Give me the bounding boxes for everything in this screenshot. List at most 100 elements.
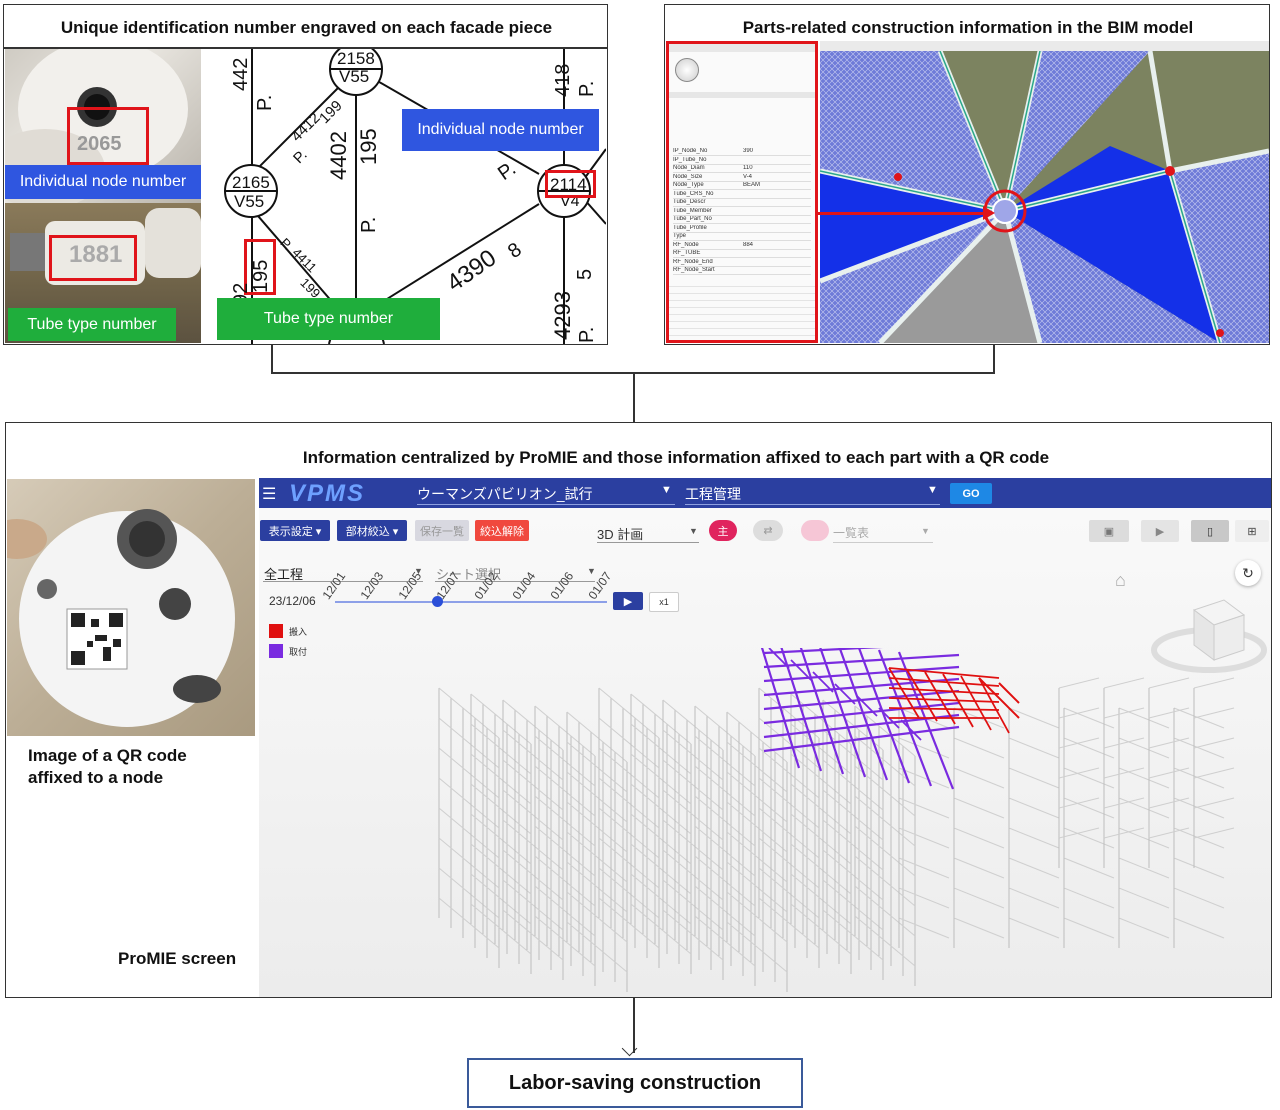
promie-panel: Information centralized by ProMIE and th… [5, 422, 1272, 998]
bim-property-key: IP_Node_No [673, 148, 708, 154]
play-icon[interactable]: ▶ [1141, 520, 1179, 542]
bim-property-row: Tube_Part_No [673, 216, 811, 224]
view-chevron-icon[interactable]: ▼ [689, 526, 698, 536]
node-engraving-highlight [67, 107, 149, 165]
project-select[interactable]: ウーマンズパビリオン_試行 [417, 484, 593, 504]
display-settings-button[interactable]: 表示設定 ▾ [260, 520, 330, 541]
drawing-node-top-sub: V55 [339, 67, 370, 86]
bim-link-arrow [817, 212, 987, 215]
bim-property-key: Tube_CRS_No [673, 190, 714, 197]
current-date: 23/12/06 [269, 594, 316, 608]
bim-panel: Parts-related construction information i… [664, 4, 1270, 345]
promie-screen-label: ProMIE screen [118, 949, 237, 968]
timeline-date-label: 01/06 [547, 569, 577, 602]
sheet-chevron-icon[interactable]: ▼ [587, 566, 596, 576]
menu-icon[interactable]: ☰ [262, 484, 276, 504]
qr-caption-line1: Image of a QR code [28, 746, 187, 765]
refresh-icon[interactable]: ↻ [1235, 560, 1261, 586]
bim-property-value: 390 [743, 148, 754, 154]
bim-property-key: Type [673, 233, 687, 239]
list-select[interactable]: 一覧表 [833, 524, 869, 541]
bim-property-row: Tube_Descr [673, 199, 811, 207]
drawing-tube-far-right-bottom: 4293 [550, 291, 575, 340]
bim-property-key: RF_Node_Start [673, 267, 715, 273]
go-button[interactable]: GO [950, 483, 992, 504]
bim-property-value: V-4 [743, 173, 753, 180]
vpms-logo: VPMS [289, 480, 366, 507]
photo-node-tag: Individual node number [5, 165, 201, 199]
speed-select[interactable]: x1 [649, 592, 679, 612]
drawing-node-top: 2158 [337, 49, 375, 68]
bim-property-value: 110 [743, 165, 753, 171]
drawing-node-highlight [545, 170, 596, 198]
drawing-tube-far-left-b: P. [254, 94, 276, 111]
engraving-panel-title: Unique identification number engraved on… [60, 18, 553, 37]
drawing-node-left: 2165 [232, 173, 270, 192]
timeline-date-label: 01/04 [509, 569, 539, 602]
bim-property-key: RF_Node_End [673, 258, 713, 265]
member-filter-button[interactable]: 部材絞込 ▾ [337, 520, 407, 541]
timeline-track[interactable] [335, 601, 607, 603]
home-icon[interactable]: ⌂ [1115, 570, 1126, 591]
calendar-icon[interactable]: ▣ [1089, 520, 1129, 542]
bim-panel-title: Parts-related construction information i… [742, 18, 1194, 37]
photo-tube-tag: Tube type number [8, 308, 176, 341]
drawing-tube-far-right-top: 418 [552, 63, 574, 97]
bim-property-row: RF_Node_Start [673, 267, 811, 275]
scaffold-3d-view[interactable] [259, 648, 1271, 997]
engraving-panel: Unique identification number engraved on… [3, 4, 608, 345]
drawing-tube-far-right-top-b: P. [576, 80, 598, 97]
single-view-icon[interactable]: ▯ [1191, 520, 1229, 542]
save-list-button[interactable]: 保存一覧 [415, 520, 469, 541]
promie-panel-title: Information centralized by ProMIE and th… [302, 448, 1050, 467]
module-select[interactable]: 工程管理 [685, 484, 741, 504]
split-view-icon[interactable]: ⊞ [1235, 520, 1269, 542]
timeline-play-button[interactable]: ▶ [613, 592, 643, 610]
project-chevron-icon[interactable]: ▼ [661, 484, 672, 496]
vpms-app-window: ☰ VPMS ウーマンズパビリオン_試行 ▼ 工程管理 ▼ GO 表示設定 ▾ … [259, 478, 1271, 997]
drawing-tube-mid-c: P. [358, 216, 380, 233]
sub-badge[interactable] [801, 520, 829, 541]
qr-caption-line2: affixed to a node [28, 768, 164, 787]
main-badge[interactable]: 主 [709, 520, 737, 541]
bim-property-value: 884 [743, 241, 754, 248]
tube-engraving-highlight [49, 235, 137, 281]
labor-saving-box: Labor-saving construction [467, 1058, 803, 1108]
labor-saving-label: Labor-saving construction [508, 1071, 762, 1094]
clear-filter-button[interactable]: 絞込解除 [475, 520, 529, 541]
timeline-date-label: 12/01 [319, 569, 349, 602]
drawing-tube-tag: Tube type number [217, 298, 440, 340]
bim-properties-panel: IP_Node_No 390 IP_Tube_No Node_Diam 110 Node_… [666, 41, 818, 343]
bim-property-value: BEAM [743, 182, 761, 188]
bim-property-row: Node_Size V-4 [673, 174, 811, 182]
bim-property-row: Type [673, 233, 811, 241]
drawing-tube-far-right-bottom-c: P. [576, 326, 598, 343]
drawing-tube-far-right-bottom-b: 5 [574, 268, 596, 280]
legend-label-delivery: 搬入 [289, 627, 308, 637]
bim-property-key: Tube_Part_No [673, 216, 712, 222]
bim-link-arrowhead [983, 206, 995, 220]
swap-icon[interactable]: ⇄ [753, 520, 783, 541]
bim-property-row: Tube_CRS_No [673, 191, 811, 199]
bim-property-row: RF_TUBE [673, 250, 811, 258]
bim-property-row: RF_Node_End [673, 259, 811, 267]
bim-property-row: RF_Node 884 [673, 242, 811, 250]
bim-property-key: Node_Diam [673, 165, 705, 171]
bim-property-key: RF_Node [673, 241, 699, 248]
drawing-tube-mid-b: 195 [356, 128, 381, 165]
drawing-tube-far-left: 442 [230, 57, 252, 91]
bim-property-row: Tube_Member [673, 208, 811, 216]
list-chevron-icon[interactable]: ▼ [921, 526, 930, 536]
bim-property-key: RF_TUBE [673, 250, 701, 256]
qr-node-photo [7, 479, 255, 736]
bim-property-key: IP_Tube_No [673, 156, 707, 163]
bim-property-list: IP_Node_No 390 IP_Tube_No Node_Diam 110 Node_… [669, 148, 815, 278]
bim-property-key: Tube_Profile [673, 224, 707, 231]
module-chevron-icon[interactable]: ▼ [927, 484, 938, 496]
bim-property-row: Tube_Profile [673, 225, 811, 233]
drawing-tube-mid: 4402 [326, 131, 351, 180]
drawing-node-tag: Individual node number [402, 109, 599, 151]
bim-property-row: Node_Diam 110 [673, 165, 811, 173]
view-select[interactable]: 3D 計画 [597, 524, 643, 543]
bim-property-key: Node_Size [673, 173, 703, 180]
